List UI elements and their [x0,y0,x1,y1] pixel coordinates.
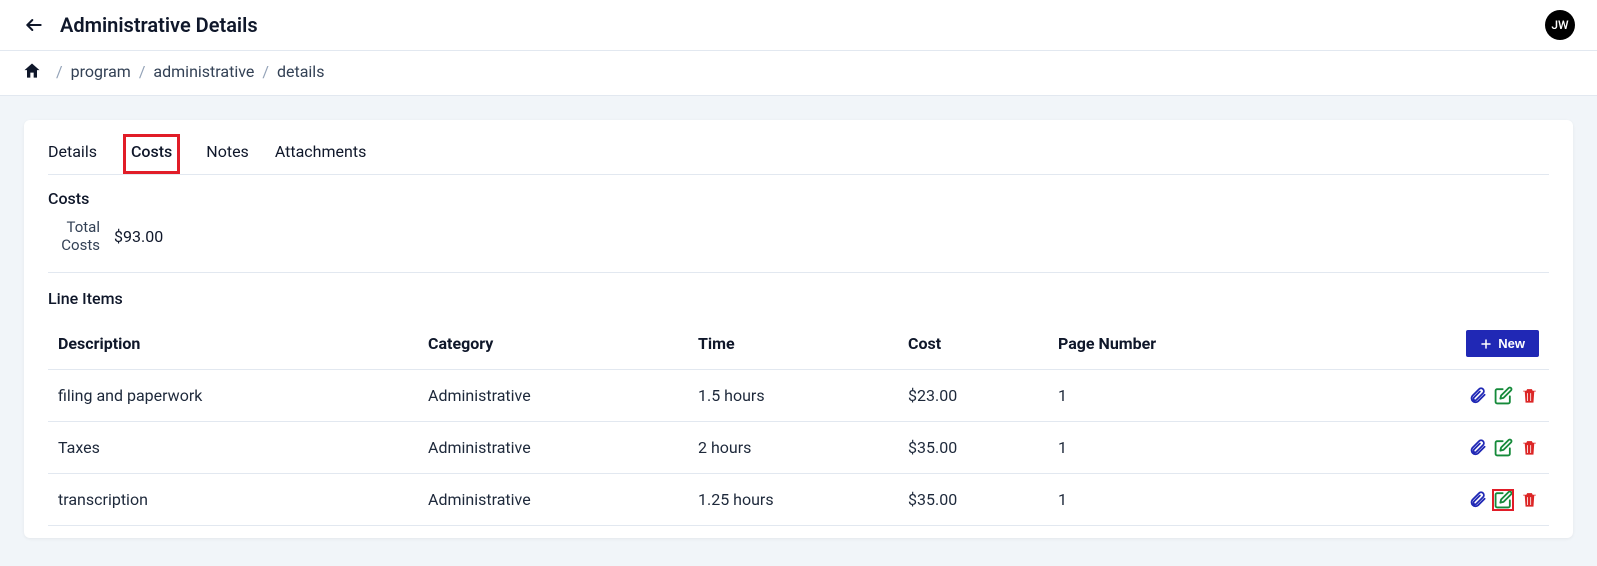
table-row: filing and paperwork Administrative 1.5 … [48,370,1549,422]
line-items-section: Line Items Description Category Time Cos… [48,285,1549,526]
edit-icon[interactable] [1493,438,1513,458]
page-title: Administrative Details [60,13,258,37]
delete-icon[interactable] [1519,438,1539,458]
cell-description: filing and paperwork [58,386,428,405]
cell-cost: $35.00 [908,438,1058,457]
page-area: Details Costs Notes Attachments Costs To… [0,96,1597,566]
breadcrumb-separator: / [262,62,269,81]
line-items-section-title: Line Items [48,289,1549,308]
attachment-icon[interactable] [1467,490,1487,510]
tab-attachments[interactable]: Attachments [275,134,367,174]
cell-category: Administrative [428,490,698,509]
cell-time: 1.25 hours [698,490,908,509]
delete-icon[interactable] [1519,386,1539,406]
col-header-category: Category [428,334,698,353]
col-header-time: Time [698,334,908,353]
tab-costs[interactable]: Costs [123,134,180,174]
total-costs-row: Total Costs $93.00 [48,218,1549,273]
cell-page-number: 1 [1058,438,1308,457]
tabs: Details Costs Notes Attachments [48,120,1549,175]
cell-cost: $23.00 [908,386,1058,405]
table-header-row: Description Category Time Cost Page Numb… [48,318,1549,370]
total-costs-value: $93.00 [114,227,163,246]
new-line-item-button[interactable]: New [1466,330,1539,357]
breadcrumb-item-details[interactable]: details [277,62,324,81]
topbar: Administrative Details JW [0,0,1597,51]
home-icon[interactable] [22,61,42,81]
cell-category: Administrative [428,386,698,405]
delete-icon[interactable] [1519,490,1539,510]
col-header-description: Description [58,334,428,353]
back-icon[interactable] [22,13,46,37]
col-header-cost: Cost [908,334,1058,353]
cell-cost: $35.00 [908,490,1058,509]
attachment-icon[interactable] [1467,438,1487,458]
tab-details[interactable]: Details [48,134,97,174]
attachment-icon[interactable] [1467,386,1487,406]
cell-time: 1.5 hours [698,386,908,405]
new-button-label: New [1498,336,1525,351]
cell-page-number: 1 [1058,490,1308,509]
breadcrumb: / program / administrative / details [0,51,1597,96]
col-header-page-number: Page Number [1058,334,1308,353]
total-costs-label: Total Costs [48,218,100,254]
cell-time: 2 hours [698,438,908,457]
edit-icon[interactable] [1493,490,1513,510]
table-row: Taxes Administrative 2 hours $35.00 1 [48,422,1549,474]
edit-icon[interactable] [1493,386,1513,406]
costs-section: Costs Total Costs $93.00 [48,175,1549,273]
table-row: transcription Administrative 1.25 hours … [48,474,1549,526]
cell-category: Administrative [428,438,698,457]
tab-notes[interactable]: Notes [206,134,249,174]
costs-section-title: Costs [48,189,1549,208]
cell-description: transcription [58,490,428,509]
cell-page-number: 1 [1058,386,1308,405]
breadcrumb-item-program[interactable]: program [71,62,131,81]
cell-description: Taxes [58,438,428,457]
breadcrumb-separator: / [56,62,63,81]
card: Details Costs Notes Attachments Costs To… [24,120,1573,538]
avatar[interactable]: JW [1545,10,1575,40]
breadcrumb-separator: / [139,62,146,81]
breadcrumb-item-administrative[interactable]: administrative [153,62,254,81]
